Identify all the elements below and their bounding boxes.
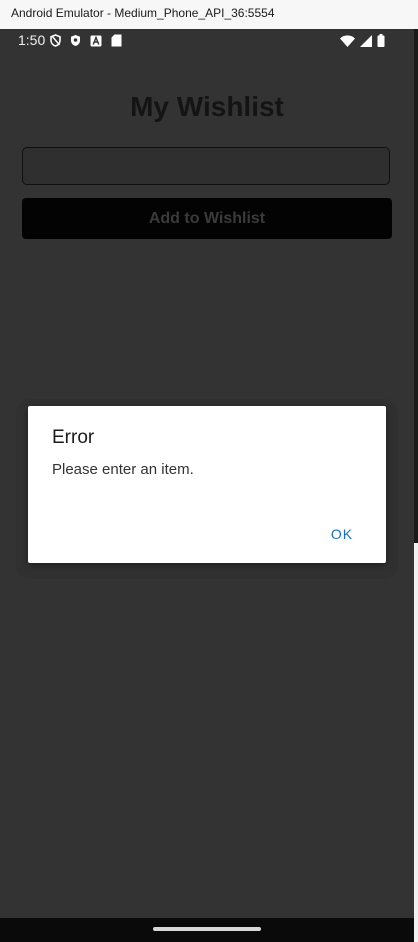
add-to-wishlist-button[interactable]: Add to Wishlist (22, 198, 392, 239)
ok-button[interactable]: OK (322, 521, 362, 547)
status-icons-left (50, 34, 122, 52)
dialog-message: Please enter an item. (52, 461, 194, 478)
shield-solid-icon (70, 34, 81, 52)
shield-outline-icon (50, 34, 61, 52)
page-title: My Wishlist (130, 91, 284, 122)
status-bar: 1:50 (0, 29, 414, 53)
dialog-title: Error (52, 427, 95, 448)
error-dialog: Error Please enter an item. OK (28, 406, 386, 563)
wishlist-item-input[interactable] (22, 147, 390, 185)
status-icons-right (340, 34, 385, 52)
phone-screen: 1:50 My Wishlist Add to Wishlist Error P… (0, 29, 414, 942)
navigation-bar (0, 918, 414, 942)
sd-card-icon (111, 34, 122, 52)
battery-icon (377, 34, 385, 52)
emulator-window: Android Emulator - Medium_Phone_API_36:5… (0, 0, 418, 942)
home-gesture-handle[interactable] (153, 927, 261, 931)
wifi-icon (340, 34, 355, 52)
emulator-side-strip (414, 29, 418, 543)
window-title: Android Emulator - Medium_Phone_API_36:5… (11, 6, 275, 20)
window-titlebar[interactable]: Android Emulator - Medium_Phone_API_36:5… (0, 0, 418, 30)
a-icon (90, 34, 102, 52)
status-time: 1:50 (18, 32, 46, 48)
signal-icon (360, 34, 372, 52)
